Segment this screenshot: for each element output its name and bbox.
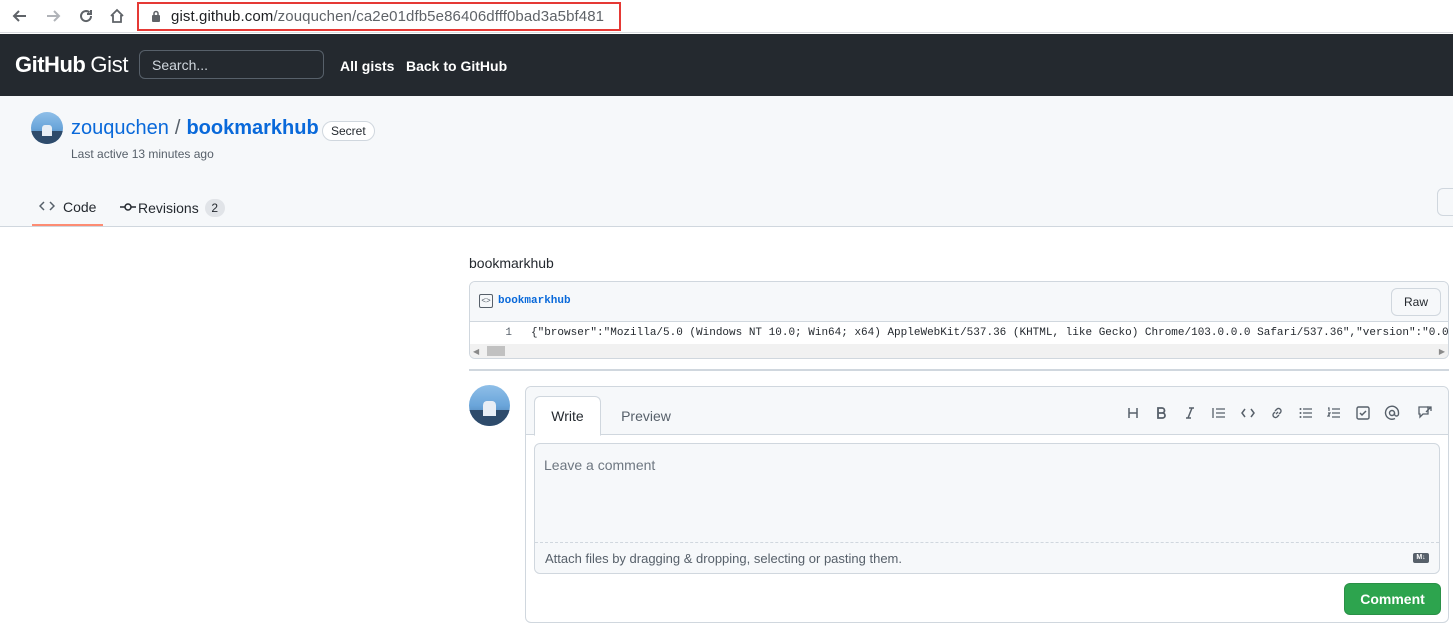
heading-icon[interactable]	[1124, 404, 1142, 422]
logo-github: GitHub	[15, 52, 86, 77]
title-separator: /	[174, 117, 181, 139]
tab-revisions-label: Revisions	[138, 200, 199, 216]
reference-icon[interactable]	[1416, 404, 1434, 422]
owner-avatar[interactable]	[31, 112, 63, 144]
tab-revisions[interactable]: Revisions 2	[120, 190, 225, 226]
home-icon[interactable]	[106, 5, 128, 27]
comment-placeholder: Leave a comment	[544, 457, 656, 473]
comment-tabs: Write Preview	[526, 387, 1448, 436]
task-list-icon[interactable]	[1354, 404, 1372, 422]
attach-files-area[interactable]: Attach files by dragging & dropping, sel…	[535, 542, 1439, 573]
code-line: 1 {"browser":"Mozilla/5.0 (Windows NT 10…	[470, 323, 1448, 343]
all-gists-link[interactable]: All gists	[340, 58, 394, 74]
forward-arrow-icon[interactable]	[42, 5, 64, 27]
tab-preview[interactable]: Preview	[614, 396, 678, 436]
address-bar[interactable]: gist.github.com/zouquchen/ca2e01dfb5e864…	[137, 2, 621, 31]
file-container: <> bookmarkhub Raw 1 {"browser":"Mozilla…	[469, 281, 1449, 359]
code-icon	[38, 199, 56, 215]
visibility-badge: Secret	[322, 121, 375, 141]
horizontal-scrollbar[interactable]: ◀ ▶	[470, 344, 1448, 358]
owner-link[interactable]: zouquchen	[71, 117, 169, 140]
bold-icon[interactable]	[1152, 404, 1170, 422]
unordered-list-icon[interactable]	[1297, 404, 1315, 422]
logo-gist: Gist	[90, 52, 129, 77]
quote-icon[interactable]	[1210, 404, 1228, 422]
browser-toolbar: gist.github.com/zouquchen/ca2e01dfb5e864…	[0, 0, 1453, 33]
link-icon[interactable]	[1268, 404, 1286, 422]
gist-title: zouquchen / bookmarkhub	[71, 117, 319, 140]
line-code: {"browser":"Mozilla/5.0 (Windows NT 10.0…	[531, 327, 1449, 339]
site-header: GitHub Gist All gists Back to GitHub	[0, 34, 1453, 96]
embed-button-partial[interactable]	[1437, 188, 1453, 216]
github-gist-logo[interactable]: GitHub Gist	[15, 52, 129, 78]
revisions-count: 2	[204, 199, 225, 217]
comment-form: Write Preview Leave a comment Attach fil…	[525, 386, 1449, 623]
back-arrow-icon[interactable]	[9, 5, 31, 27]
scroll-left-icon[interactable]: ◀	[473, 347, 479, 356]
italic-icon[interactable]	[1181, 404, 1199, 422]
ordered-list-icon[interactable]	[1325, 404, 1343, 422]
commit-icon	[120, 200, 136, 216]
file-name-link[interactable]: bookmarkhub	[498, 295, 571, 307]
section-divider	[469, 369, 1449, 371]
reload-icon[interactable]	[75, 5, 97, 27]
file-header: <> bookmarkhub Raw	[470, 282, 1448, 322]
markdown-icon[interactable]: M↓	[1413, 553, 1429, 563]
url-path: /zouquchen/ca2e01dfb5e86406dfff0bad3a5bf…	[273, 8, 605, 25]
tab-code-label: Code	[63, 199, 97, 215]
tab-write[interactable]: Write	[534, 396, 601, 436]
mention-icon[interactable]	[1383, 404, 1401, 422]
url-host: gist.github.com	[171, 8, 274, 25]
search-input[interactable]	[139, 50, 324, 79]
file-code-icon: <>	[479, 294, 493, 308]
scroll-right-icon[interactable]: ▶	[1439, 347, 1445, 356]
back-to-github-link[interactable]: Back to GitHub	[406, 58, 507, 74]
raw-button[interactable]: Raw	[1391, 288, 1441, 316]
attach-files-text: Attach files by dragging & dropping, sel…	[545, 551, 902, 566]
gist-name-link[interactable]: bookmarkhub	[186, 117, 318, 140]
comment-textarea[interactable]: Leave a comment Attach files by dragging…	[534, 443, 1440, 574]
scrollbar-thumb[interactable]	[487, 346, 505, 356]
lock-icon	[151, 9, 161, 25]
current-user-avatar[interactable]	[469, 385, 510, 426]
comment-submit-button[interactable]: Comment	[1344, 583, 1441, 615]
tab-code[interactable]: Code	[32, 190, 103, 226]
code-icon[interactable]	[1239, 404, 1257, 422]
gist-description: bookmarkhub	[469, 255, 554, 271]
line-number[interactable]: 1	[470, 323, 512, 343]
url-text: gist.github.com/zouquchen/ca2e01dfb5e864…	[171, 8, 604, 25]
last-active-text: Last active 13 minutes ago	[71, 147, 214, 161]
